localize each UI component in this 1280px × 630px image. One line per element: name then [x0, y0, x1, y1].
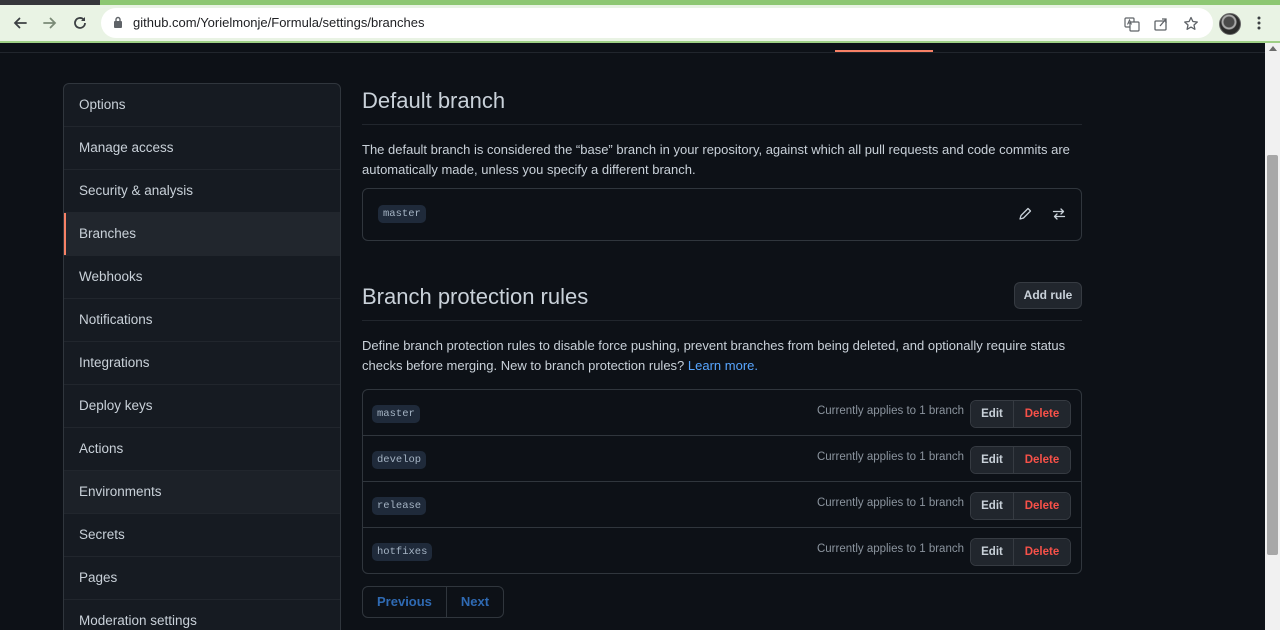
lock-icon[interactable] [113, 16, 123, 34]
rule-actions: Edit Delete [970, 400, 1071, 428]
sidebar-item-security-analysis[interactable]: Security & analysis [64, 169, 340, 212]
edit-rule-button[interactable]: Edit [971, 539, 1014, 565]
star-icon[interactable] [1181, 14, 1201, 34]
sidebar-item-pages[interactable]: Pages [64, 556, 340, 599]
sidebar-item-notifications[interactable]: Notifications [64, 298, 340, 341]
header-divider [0, 52, 1265, 53]
share-icon[interactable] [1151, 14, 1171, 34]
url-text: github.com/Yorielmonje/Formula/settings/… [133, 15, 425, 30]
protection-rules-title: Branch protection rules [362, 284, 589, 309]
sidebar-item-webhooks[interactable]: Webhooks [64, 255, 340, 298]
back-arrow-icon[interactable] [8, 11, 32, 35]
sidebar-item-actions[interactable]: Actions [64, 427, 340, 470]
protection-rules-divider [362, 320, 1082, 321]
scroll-up-arrow-icon[interactable] [1269, 46, 1277, 51]
sidebar-item-manage-access[interactable]: Manage access [64, 126, 340, 169]
rule-applies-text: Currently applies to 1 branch [816, 497, 964, 509]
sidebar-item-environments[interactable]: Environments [64, 470, 340, 513]
sidebar-item-secrets[interactable]: Secrets [64, 513, 340, 556]
rule-row-master: master Currently applies to 1 branch Edi… [363, 390, 1081, 435]
learn-more-link[interactable]: Learn more. [688, 358, 758, 373]
rule-row-hotfixes: hotfixes Currently applies to 1 branch E… [363, 527, 1081, 573]
sidebar-item-integrations[interactable]: Integrations [64, 341, 340, 384]
default-branch-title: Default branch [362, 88, 506, 113]
scrollbar-thumb[interactable] [1267, 155, 1278, 555]
pencil-icon[interactable] [1018, 207, 1032, 226]
previous-page-button[interactable]: Previous [363, 587, 447, 617]
rule-applies-text: Currently applies to 1 branch [816, 405, 964, 417]
rule-branch-name[interactable]: release [372, 497, 427, 515]
reload-icon[interactable] [68, 11, 92, 35]
settings-tab-underline [835, 50, 933, 52]
sidebar-item-branches[interactable]: Branches [64, 212, 340, 255]
rule-branch-name[interactable]: master [372, 405, 420, 423]
delete-rule-button[interactable]: Delete [1014, 539, 1070, 565]
profile-avatar[interactable] [1219, 13, 1241, 35]
rule-actions: Edit Delete [970, 446, 1071, 474]
browser-toolbar: github.com/Yorielmonje/Formula/settings/… [0, 5, 1280, 43]
translate-icon[interactable] [1122, 14, 1142, 34]
default-branch-name: master [378, 205, 426, 223]
edit-rule-button[interactable]: Edit [971, 447, 1014, 473]
delete-rule-button[interactable]: Delete [1014, 493, 1070, 519]
more-menu-icon[interactable] [1252, 13, 1266, 33]
rule-row-release: release Currently applies to 1 branch Ed… [363, 481, 1081, 527]
settings-sidebar: Options Manage access Security & analysi… [63, 83, 341, 630]
rule-applies-text: Currently applies to 1 branch [816, 543, 964, 555]
sidebar-item-deploy-keys[interactable]: Deploy keys [64, 384, 340, 427]
default-branch-box: master [362, 188, 1082, 241]
github-settings-page: Options Manage access Security & analysi… [0, 43, 1265, 630]
rule-actions: Edit Delete [970, 538, 1071, 566]
protection-rules-list: master Currently applies to 1 branch Edi… [362, 389, 1082, 574]
switch-branch-icon[interactable] [1052, 207, 1066, 226]
add-rule-button[interactable]: Add rule [1014, 282, 1082, 309]
address-bar[interactable]: github.com/Yorielmonje/Formula/settings/… [101, 8, 1213, 38]
rule-branch-name[interactable]: hotfixes [372, 543, 433, 561]
page-scrollbar[interactable] [1265, 43, 1280, 630]
protection-rules-description: Define branch protection rules to disabl… [362, 336, 1082, 376]
rule-applies-text: Currently applies to 1 branch [816, 451, 964, 463]
sidebar-item-options[interactable]: Options [64, 84, 340, 126]
rule-row-develop: develop Currently applies to 1 branch Ed… [363, 435, 1081, 481]
forward-arrow-icon[interactable] [38, 11, 62, 35]
rule-branch-name[interactable]: develop [372, 451, 427, 469]
pagination: Previous Next [362, 586, 505, 618]
default-branch-divider [362, 124, 1082, 125]
default-branch-description: The default branch is considered the “ba… [362, 142, 1070, 177]
rule-actions: Edit Delete [970, 492, 1071, 520]
delete-rule-button[interactable]: Delete [1014, 447, 1070, 473]
edit-rule-button[interactable]: Edit [971, 401, 1014, 427]
delete-rule-button[interactable]: Delete [1014, 401, 1070, 427]
next-page-button[interactable]: Next [447, 587, 503, 617]
sidebar-item-moderation-settings[interactable]: Moderation settings [64, 599, 340, 630]
edit-rule-button[interactable]: Edit [971, 493, 1014, 519]
